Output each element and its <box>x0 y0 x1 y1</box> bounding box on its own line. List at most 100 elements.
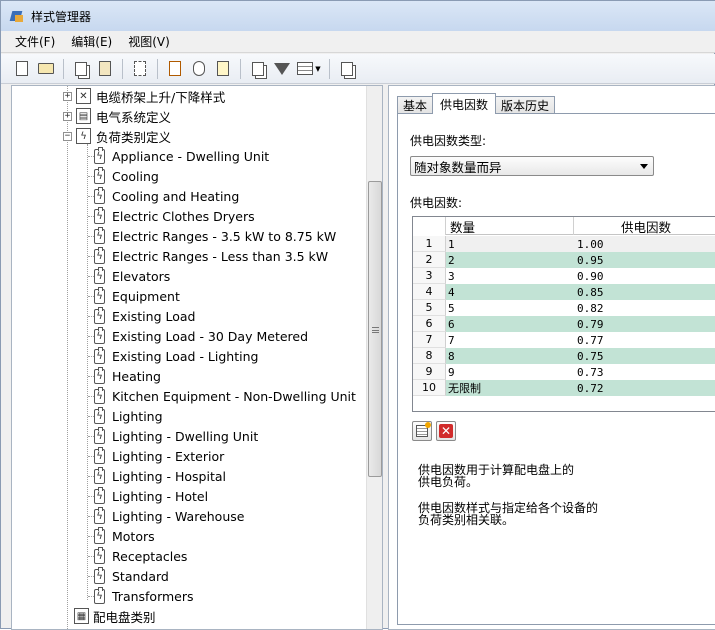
tree-guide <box>88 236 94 237</box>
new-style-icon[interactable] <box>164 58 186 80</box>
factor-cell[interactable]: 0.95 <box>574 252 715 268</box>
quantity-cell[interactable]: 无限制 <box>446 380 574 396</box>
tree-node-electrical-system[interactable]: + ▤ 电气系统定义 <box>63 106 171 126</box>
tree-node-load-item[interactable]: ϟ Electric Ranges - Less than 3.5 kW <box>94 246 328 266</box>
factor-type-select[interactable]: 随对象数量而异 <box>410 156 654 176</box>
expand-icon[interactable]: + <box>63 91 72 101</box>
tree-node-load-item[interactable]: ϟ Lighting - Dwelling Unit <box>94 426 258 446</box>
table-row[interactable]: 5 5 0.82 <box>413 300 715 316</box>
table-row[interactable]: 10 无限制 0.72 <box>413 380 715 396</box>
table-row[interactable]: 8 8 0.75 <box>413 348 715 364</box>
menu-edit[interactable]: 编辑(E) <box>63 33 120 50</box>
tab-demand-factor[interactable]: 供电因数 <box>432 93 497 114</box>
menu-view[interactable]: 视图(V) <box>120 33 178 50</box>
tree-node-panel-class[interactable]: ▦ 配电盘类别 <box>74 606 156 626</box>
factor-cell[interactable]: 0.77 <box>574 332 715 348</box>
quantity-cell[interactable]: 5 <box>446 300 574 316</box>
quantity-cell[interactable]: 3 <box>446 268 574 284</box>
tree-node-load-item[interactable]: ϟ Lighting - Hospital <box>94 466 226 486</box>
quantity-cell[interactable]: 8 <box>446 348 574 364</box>
row-number[interactable]: 8 <box>413 348 446 364</box>
quantity-cell[interactable]: 6 <box>446 316 574 332</box>
tab-basic[interactable]: 基本 <box>397 96 434 114</box>
tree-node-load-class[interactable]: − ϟ 负荷类别定义 <box>63 126 171 146</box>
quantity-cell[interactable]: 7 <box>446 332 574 348</box>
quantity-cell[interactable]: 1 <box>446 236 574 252</box>
table-row[interactable]: 4 4 0.85 <box>413 284 715 300</box>
table-row[interactable]: 7 7 0.77 <box>413 332 715 348</box>
tree-node-load-item[interactable]: ϟ Electric Ranges - 3.5 kW to 8.75 kW <box>94 226 336 246</box>
quantity-cell[interactable]: 4 <box>446 284 574 300</box>
column-header-factor[interactable]: 供电因数 <box>574 217 715 235</box>
copy-style-icon[interactable] <box>247 58 269 80</box>
tree-node-load-item[interactable]: ϟ Equipment <box>94 286 180 306</box>
table-row[interactable]: 1 1 1.00 <box>413 236 715 252</box>
tree-node-load-item[interactable]: ϟ Cooling <box>94 166 159 186</box>
delete-row-button[interactable]: ✕ <box>436 421 456 441</box>
factor-cell[interactable]: 0.82 <box>574 300 715 316</box>
tree-node-load-item[interactable]: ϟ Lighting - Exterior <box>94 446 224 466</box>
open-icon[interactable] <box>35 58 57 80</box>
tree-node-load-item[interactable]: ϟ Receptacles <box>94 546 187 566</box>
expand-icon[interactable]: + <box>63 111 72 121</box>
factor-cell[interactable]: 0.75 <box>574 348 715 364</box>
tab-version-history[interactable]: 版本历史 <box>495 96 556 114</box>
tree-node-load-item[interactable]: ϟ Standard <box>94 566 169 586</box>
purge-icon[interactable] <box>129 58 151 80</box>
grid-view-icon[interactable]: ▼ <box>295 58 323 80</box>
row-number[interactable]: 5 <box>413 300 446 316</box>
tree-node-load-item[interactable]: ϟ Heating <box>94 366 161 386</box>
scroll-thumb[interactable] <box>368 181 382 477</box>
style-tree[interactable]: + ✕ 电缆桥架上升/下降样式 + ▤ 电气系统定义 − ϟ 负荷类别定义 ϟA… <box>11 85 383 630</box>
tree-node-load-item[interactable]: ϟ Electric Clothes Dryers <box>94 206 255 226</box>
row-number[interactable]: 10 <box>413 380 446 396</box>
factor-cell[interactable]: 0.85 <box>574 284 715 300</box>
table-row[interactable]: 6 6 0.79 <box>413 316 715 332</box>
row-number[interactable]: 7 <box>413 332 446 348</box>
factor-cell[interactable]: 0.72 <box>574 380 715 396</box>
tree-node-cable-tray-rise[interactable]: + ✕ 电缆桥架上升/下降样式 <box>63 86 225 106</box>
panel-toggle-icon[interactable] <box>336 58 358 80</box>
menu-file[interactable]: 文件(F) <box>7 33 63 50</box>
cable-tray-icon: ✕ <box>76 88 91 104</box>
refresh-icon[interactable] <box>188 58 210 80</box>
row-number[interactable]: 6 <box>413 316 446 332</box>
add-row-button[interactable] <box>412 421 432 441</box>
row-number[interactable]: 2 <box>413 252 446 268</box>
table-row[interactable]: 3 3 0.90 <box>413 268 715 284</box>
tree-node-load-item[interactable]: ϟ Transformers <box>94 586 194 606</box>
tree-guide <box>88 156 94 157</box>
quantity-cell[interactable]: 9 <box>446 364 574 380</box>
tree-node-load-item[interactable]: ϟ Existing Load <box>94 306 195 326</box>
demand-factor-table[interactable]: 数量 供电因数 1 1 1.00 2 2 0.95 3 3 0.90 4 4 0.85 5 5 0.82 6 6… <box>412 216 715 412</box>
table-row[interactable]: 9 9 0.73 <box>413 364 715 380</box>
collapse-icon[interactable]: − <box>63 131 72 141</box>
copy-icon[interactable] <box>70 58 92 80</box>
filter-icon[interactable] <box>271 58 293 80</box>
column-header-quantity[interactable]: 数量 <box>446 217 574 235</box>
tree-node-load-item[interactable]: ϟ Existing Load - 30 Day Metered <box>94 326 308 346</box>
table-row[interactable]: 2 2 0.95 <box>413 252 715 268</box>
row-number[interactable]: 3 <box>413 268 446 284</box>
tree-node-load-item[interactable]: ϟ Lighting - Warehouse <box>94 506 244 526</box>
factor-cell[interactable]: 0.90 <box>574 268 715 284</box>
factor-cell[interactable]: 1.00 <box>574 236 715 252</box>
tree-node-load-item[interactable]: ϟ Cooling and Heating <box>94 186 239 206</box>
factor-cell[interactable]: 0.79 <box>574 316 715 332</box>
tree-scrollbar[interactable] <box>366 86 382 629</box>
new-icon[interactable] <box>11 58 33 80</box>
paste-icon[interactable] <box>94 58 116 80</box>
row-number[interactable]: 1 <box>413 236 446 252</box>
tree-node-load-item[interactable]: ϟ Lighting - Hotel <box>94 486 208 506</box>
tree-node-load-item[interactable]: ϟ Lighting <box>94 406 163 426</box>
tree-node-load-item[interactable]: ϟ Existing Load - Lighting <box>94 346 258 366</box>
tree-node-load-item[interactable]: ϟ Kitchen Equipment - Non-Dwelling Unit <box>94 386 356 406</box>
tree-node-load-item[interactable]: ϟ Motors <box>94 526 155 546</box>
warning-icon[interactable] <box>212 58 234 80</box>
tree-node-load-item[interactable]: ϟ Elevators <box>94 266 170 286</box>
row-number[interactable]: 9 <box>413 364 446 380</box>
row-number[interactable]: 4 <box>413 284 446 300</box>
tree-node-load-item[interactable]: ϟ Appliance - Dwelling Unit <box>94 146 269 166</box>
quantity-cell[interactable]: 2 <box>446 252 574 268</box>
factor-cell[interactable]: 0.73 <box>574 364 715 380</box>
